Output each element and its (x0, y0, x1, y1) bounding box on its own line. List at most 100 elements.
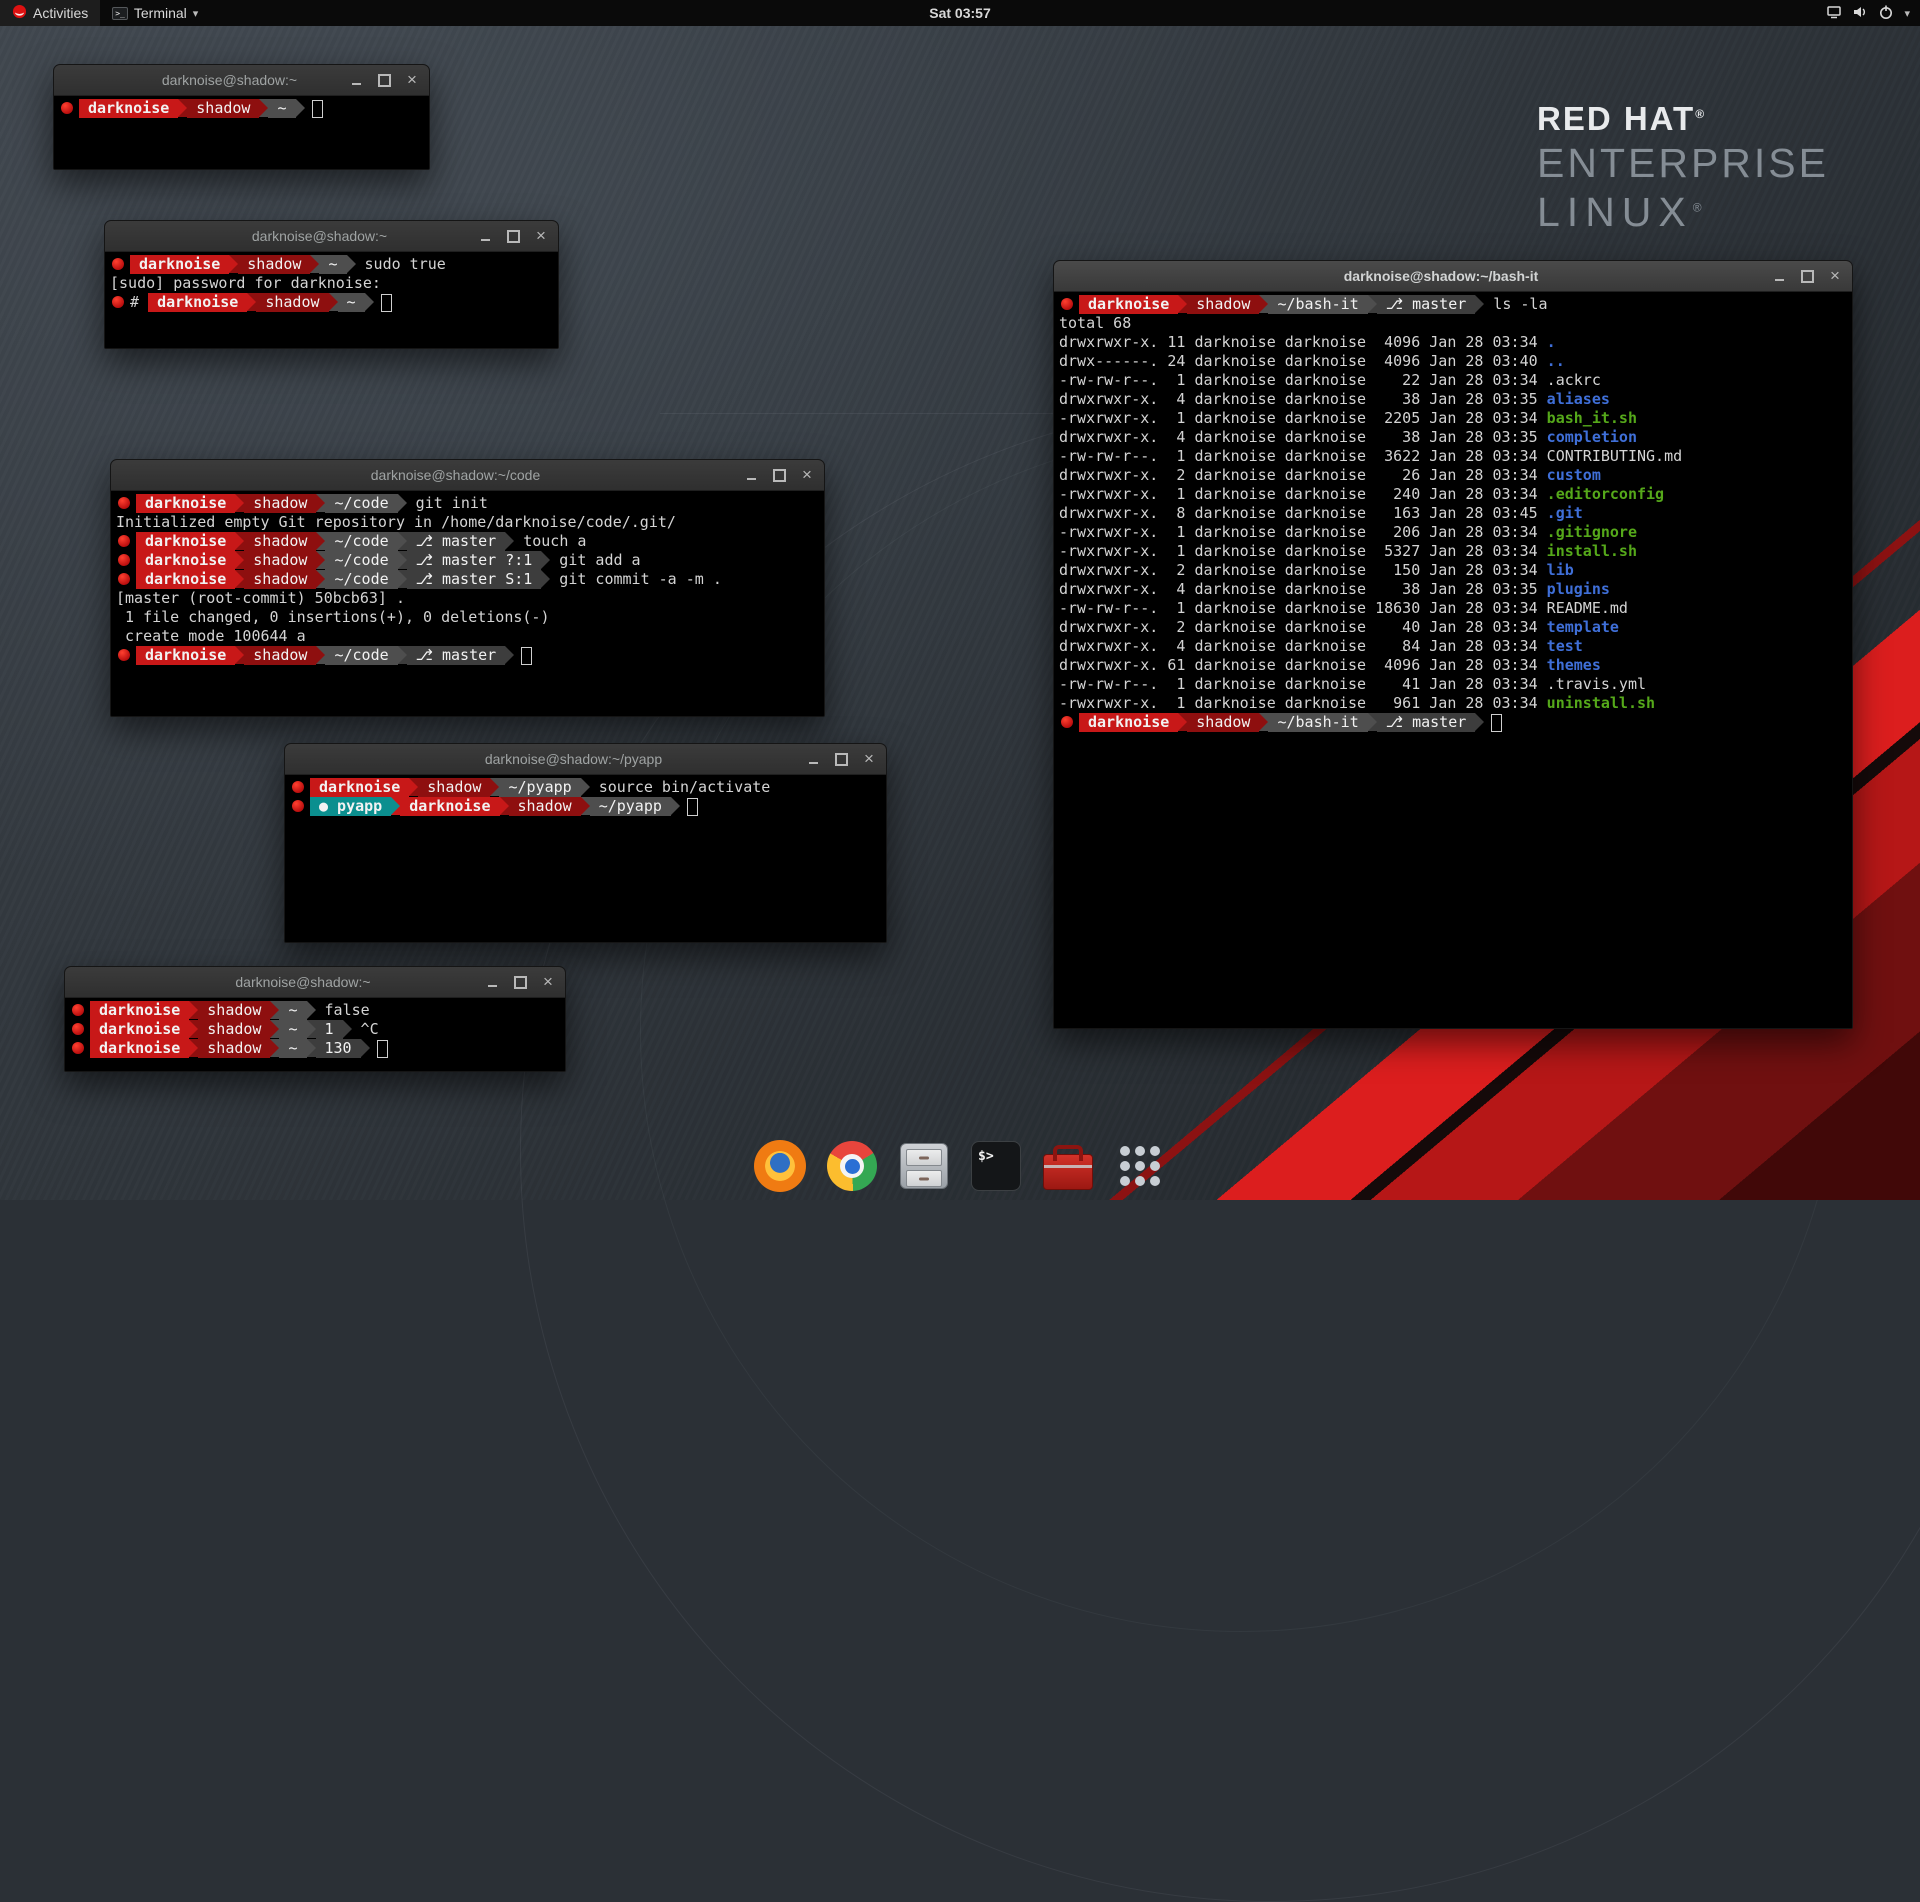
redhat-prompt-icon (292, 781, 304, 793)
maximize-button[interactable] (506, 229, 520, 243)
powerline-arrow-icon (189, 1020, 198, 1038)
dock: $> (752, 1138, 1168, 1194)
powerline-arrow-icon (310, 255, 319, 273)
terminal-line: -rw-rw-r--. 1 darknoise darknoise 18630 … (1059, 599, 1847, 618)
powerline-arrow-icon (316, 532, 325, 550)
terminal-line: darknoiseshadow~/code⎇ master S:1 git co… (116, 570, 819, 589)
terminal-line: darknoiseshadow~ sudo true (110, 255, 553, 274)
terminal-line: -rw-rw-r--. 1 darknoise darknoise 3622 J… (1059, 447, 1847, 466)
window-titlebar[interactable]: darknoise@shadow:~/pyapp × (285, 744, 886, 775)
window-title: darknoise@shadow:~ (54, 72, 339, 88)
files-icon (900, 1143, 948, 1189)
powerline-arrow-icon (391, 797, 400, 815)
maximize-button[interactable] (834, 752, 848, 766)
toolbox-icon (1043, 1154, 1093, 1190)
display-icon[interactable] (1826, 4, 1842, 23)
terminal-line: # darknoiseshadow~ (110, 293, 553, 312)
window-titlebar[interactable]: darknoise@shadow:~/code × (111, 460, 824, 491)
powerline-arrow-icon (409, 778, 418, 796)
volume-icon[interactable] (1852, 4, 1868, 23)
terminal-content[interactable]: darknoiseshadow~ falsedarknoiseshadow~1 … (65, 998, 565, 1072)
maximize-button[interactable] (772, 468, 786, 482)
minimize-button[interactable] (744, 468, 758, 482)
terminal-cursor (377, 1040, 388, 1058)
powerline-arrow-icon (505, 532, 514, 550)
powerline-arrow-icon (541, 551, 550, 569)
window-titlebar[interactable]: darknoise@shadow:~ × (54, 65, 429, 96)
dock-item-toolbox[interactable] (1040, 1138, 1096, 1194)
powerline-arrow-icon (307, 1001, 316, 1019)
terminal-cursor (521, 647, 532, 665)
dock-item-files[interactable] (896, 1138, 952, 1194)
close-button[interactable]: × (1828, 269, 1842, 283)
close-button[interactable]: × (405, 73, 419, 87)
powerline-arrow-icon (1259, 295, 1268, 313)
chevron-down-icon[interactable]: ▾ (1904, 7, 1910, 20)
powerline-arrow-icon (581, 778, 590, 796)
minimize-button[interactable] (478, 229, 492, 243)
window-titlebar[interactable]: darknoise@shadow:~× (105, 221, 558, 252)
dock-item-chrome[interactable] (824, 1138, 880, 1194)
terminal-icon: $> (971, 1141, 1021, 1191)
terminal-content[interactable]: darknoiseshadow~ (54, 96, 429, 170)
terminal-line: total 68 (1059, 314, 1847, 333)
window-buttons: × (339, 73, 429, 87)
redhat-prompt-icon (1061, 716, 1073, 728)
minimize-button[interactable] (349, 73, 363, 87)
terminal-line: [sudo] password for darknoise: (110, 274, 553, 293)
close-button[interactable]: × (541, 975, 555, 989)
terminal-line: [master (root-commit) 50bcb63] . (116, 589, 819, 608)
redhat-prompt-icon (61, 102, 73, 114)
powerline-arrow-icon (343, 1020, 352, 1038)
power-icon[interactable] (1878, 4, 1894, 23)
minimize-button[interactable] (1772, 269, 1786, 283)
redhat-prompt-icon (118, 554, 130, 566)
dock-item-app-grid[interactable] (1112, 1138, 1168, 1194)
powerline-arrow-icon (316, 646, 325, 664)
terminal-content[interactable]: darknoiseshadow~/pyapp source bin/activa… (285, 775, 886, 943)
powerline-arrow-icon (500, 797, 509, 815)
window-titlebar[interactable]: darknoise@shadow:~× (65, 967, 565, 998)
close-button[interactable]: × (800, 468, 814, 482)
window-title: darknoise@shadow:~/bash-it (1054, 268, 1762, 284)
terminal-line: drwxrwxr-x. 61 darknoise darknoise 4096 … (1059, 656, 1847, 675)
terminal-line: drwxrwxr-x. 2 darknoise darknoise 40 Jan… (1059, 618, 1847, 637)
close-button[interactable]: × (862, 752, 876, 766)
powerline-arrow-icon (398, 494, 407, 512)
window-title: darknoise@shadow:~/pyapp (285, 751, 796, 767)
clock[interactable]: Sat 03:57 (929, 5, 990, 21)
terminal-content[interactable]: darknoiseshadow~/code git initInitialize… (111, 491, 824, 717)
powerline-arrow-icon (189, 1039, 198, 1057)
redhat-prompt-icon (1061, 298, 1073, 310)
terminal-line: drwxrwxr-x. 2 darknoise darknoise 26 Jan… (1059, 466, 1847, 485)
activities-button[interactable]: Activities (0, 0, 100, 26)
dock-item-firefox[interactable] (752, 1138, 808, 1194)
redhat-logo-icon (12, 4, 27, 22)
terminal-line: drwxrwxr-x. 4 darknoise darknoise 38 Jan… (1059, 390, 1847, 409)
terminal-content[interactable]: darknoiseshadow~ sudo true[sudo] passwor… (105, 252, 558, 349)
maximize-button[interactable] (377, 73, 391, 87)
powerline-arrow-icon (235, 551, 244, 569)
dock-item-terminal[interactable]: $> (968, 1138, 1024, 1194)
window-title: darknoise@shadow:~/code (111, 467, 734, 483)
close-button[interactable]: × (534, 229, 548, 243)
terminal-content[interactable]: darknoiseshadow~/bash-it⎇ master ls -lat… (1054, 292, 1852, 1029)
app-grid-icon (1120, 1146, 1160, 1186)
terminal-line: drwx------. 24 darknoise darknoise 4096 … (1059, 352, 1847, 371)
activities-label: Activities (33, 5, 88, 21)
powerline-arrow-icon (329, 293, 338, 311)
maximize-button[interactable] (513, 975, 527, 989)
powerline-arrow-icon (189, 1001, 198, 1019)
app-menu-terminal[interactable]: >_ Terminal ▾ (100, 0, 210, 26)
firefox-icon (754, 1140, 806, 1192)
powerline-arrow-icon (1259, 713, 1268, 731)
minimize-button[interactable] (485, 975, 499, 989)
maximize-button[interactable] (1800, 269, 1814, 283)
terminal-line: darknoiseshadow~ (59, 99, 424, 118)
window-titlebar[interactable]: darknoise@shadow:~/bash-it × (1054, 261, 1852, 292)
minimize-button[interactable] (806, 752, 820, 766)
terminal-app-icon: >_ (112, 7, 128, 20)
terminal-line: drwxrwxr-x. 11 darknoise darknoise 4096 … (1059, 333, 1847, 352)
terminal-window: darknoise@shadow:~ × darknoiseshadow~ (53, 64, 430, 170)
terminal-line: darknoiseshadow~1 ^C (70, 1020, 560, 1039)
